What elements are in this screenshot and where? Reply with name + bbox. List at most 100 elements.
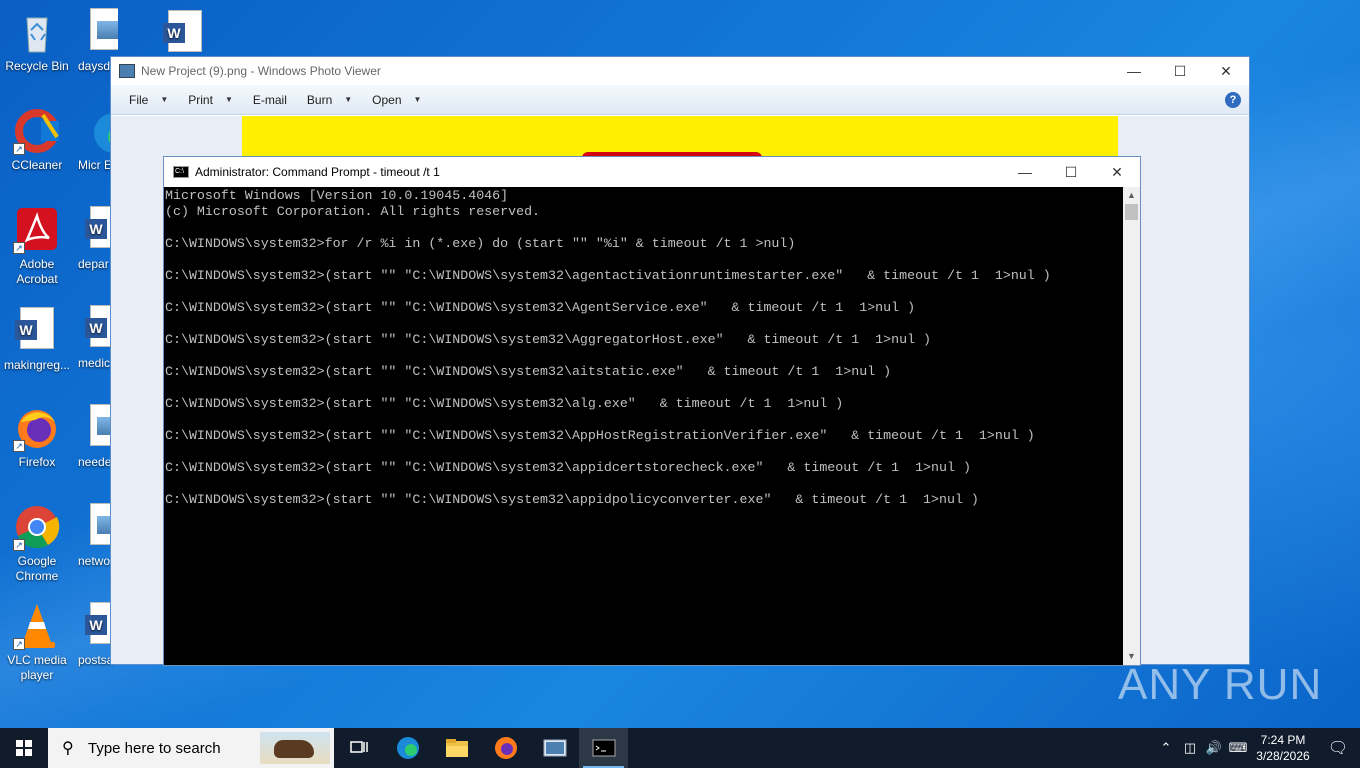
file-explorer-icon bbox=[445, 739, 468, 757]
word-document-icon: W bbox=[13, 307, 61, 355]
clock-time: 7:24 PM bbox=[1260, 733, 1306, 747]
caret-down-icon: ▼ bbox=[413, 95, 422, 104]
menu-burn[interactable]: Burn ▼ bbox=[297, 93, 362, 107]
edge-icon bbox=[396, 737, 419, 759]
cmd-line bbox=[165, 444, 1124, 460]
caret-down-icon: ▼ bbox=[160, 95, 169, 104]
cmd-line: C:\WINDOWS\system32>(start "" "C:\WINDOW… bbox=[165, 492, 979, 507]
cmd-line bbox=[165, 380, 1124, 396]
caret-down-icon: ▼ bbox=[344, 95, 353, 104]
desktop-icon-word-doc[interactable]: W bbox=[148, 8, 222, 61]
image-file-icon bbox=[90, 8, 118, 56]
search-icon: ⚲ bbox=[62, 740, 74, 757]
shortcut-arrow-icon: ↗ bbox=[13, 539, 25, 551]
search-highlight-image bbox=[260, 732, 330, 764]
desktop-icon-firefox[interactable]: ↗ Firefox bbox=[0, 404, 74, 470]
desktop-icon-label: VLC media player bbox=[7, 653, 67, 682]
close-button[interactable]: ✕ bbox=[1094, 158, 1140, 186]
cmd-output[interactable]: Microsoft Windows [Version 10.0.19045.40… bbox=[164, 187, 1124, 665]
taskbar-search[interactable]: ⚲ Type here to search bbox=[48, 728, 334, 768]
task-view-icon bbox=[349, 741, 368, 753]
cmd-line: C:\WINDOWS\system32>for /r %i in (*.exe)… bbox=[165, 236, 796, 251]
taskbar-firefox[interactable] bbox=[481, 728, 530, 768]
cmd-line bbox=[165, 252, 1124, 268]
search-placeholder: Type here to search bbox=[88, 739, 221, 757]
cmd-icon: C:\ bbox=[173, 166, 189, 178]
desktop-icon-google-chrome[interactable]: ↗ Google Chrome bbox=[0, 503, 74, 584]
firefox-icon: ↗ bbox=[13, 404, 61, 452]
menu-label: File bbox=[129, 92, 149, 107]
desktop-icon-label: Recycle Bin bbox=[5, 59, 69, 73]
photo-viewer-menubar: File ▼ Print ▼ E-mail Burn ▼ Open ▼ ? bbox=[111, 85, 1249, 115]
system-tray: ⌃ ◫ 🔊 ⌨ 7:24 PM 3/28/2026 🗨 bbox=[1154, 728, 1360, 768]
cmd-scrollbar[interactable]: ▲ ▼ bbox=[1123, 187, 1140, 665]
task-view-button[interactable] bbox=[334, 728, 383, 768]
desktop-icon-label: makingreg... bbox=[3, 358, 71, 372]
taskbar-file-explorer[interactable] bbox=[432, 728, 481, 768]
menu-email[interactable]: E-mail bbox=[243, 93, 297, 107]
cmd-line bbox=[165, 220, 1124, 236]
scroll-thumb[interactable] bbox=[1125, 204, 1138, 220]
help-icon[interactable]: ? bbox=[1225, 91, 1241, 108]
menu-open[interactable]: Open ▼ bbox=[362, 93, 431, 107]
taskbar-clock[interactable]: 7:24 PM 3/28/2026 bbox=[1250, 732, 1316, 764]
menu-file[interactable]: File ▼ bbox=[119, 93, 178, 107]
taskbar-edge[interactable] bbox=[383, 728, 432, 768]
maximize-button[interactable]: ☐ bbox=[1048, 158, 1094, 186]
maximize-button[interactable]: ☐ bbox=[1157, 57, 1203, 85]
cmd-titlebar[interactable]: C:\ Administrator: Command Prompt - time… bbox=[164, 157, 1140, 187]
minimize-button[interactable]: — bbox=[1111, 57, 1157, 85]
chrome-icon: ↗ bbox=[13, 503, 61, 551]
start-button[interactable] bbox=[0, 728, 48, 768]
desktop-icon-label: Adobe Acrobat bbox=[16, 257, 58, 286]
cmd-line bbox=[165, 348, 1124, 364]
menu-label: Print bbox=[188, 92, 213, 107]
caret-down-icon: ▼ bbox=[224, 95, 233, 104]
photo-viewer-title: New Project (9).png - Windows Photo View… bbox=[141, 64, 381, 78]
clock-date: 3/28/2026 bbox=[1256, 749, 1310, 763]
photo-viewer-titlebar[interactable]: New Project (9).png - Windows Photo View… bbox=[111, 57, 1249, 85]
adobe-acrobat-icon: ↗ bbox=[13, 206, 61, 254]
recycle-bin-icon bbox=[13, 8, 61, 56]
cmd-line bbox=[165, 412, 1124, 428]
cmd-line: C:\WINDOWS\system32>(start "" "C:\WINDOW… bbox=[165, 364, 892, 379]
cmd-line: C:\WINDOWS\system32>(start "" "C:\WINDOW… bbox=[165, 300, 916, 315]
shortcut-arrow-icon: ↗ bbox=[13, 143, 25, 155]
cmd-line: Microsoft Windows [Version 10.0.19045.40… bbox=[165, 188, 509, 203]
cmd-line: (c) Microsoft Corporation. All rights re… bbox=[165, 204, 541, 219]
vlc-icon: ↗ bbox=[13, 602, 61, 650]
desktop-icon-vlc[interactable]: ↗ VLC media player bbox=[0, 602, 74, 683]
minimize-button[interactable]: — bbox=[1002, 158, 1048, 186]
cmd-line: C:\WINDOWS\system32>(start "" "C:\WINDOW… bbox=[165, 460, 971, 475]
keyboard-icon[interactable]: ⌨ bbox=[1226, 740, 1250, 756]
desktop-icon-recycle-bin[interactable]: Recycle Bin bbox=[0, 8, 74, 74]
taskbar-photo-viewer[interactable] bbox=[530, 728, 579, 768]
chevron-up-icon[interactable]: ⌃ bbox=[1154, 740, 1178, 756]
cmd-icon bbox=[592, 739, 615, 757]
anyrun-watermark: ANY RUN bbox=[1118, 660, 1323, 709]
shortcut-arrow-icon: ↗ bbox=[13, 440, 25, 452]
volume-icon[interactable]: 🔊 bbox=[1202, 740, 1226, 756]
cmd-line: C:\WINDOWS\system32>(start "" "C:\WINDOW… bbox=[165, 332, 932, 347]
ccleaner-icon: ↗ bbox=[13, 107, 61, 155]
menu-label: Burn bbox=[306, 92, 333, 107]
desktop-icon-ccleaner[interactable]: ↗ CCleaner bbox=[0, 107, 74, 173]
network-icon[interactable]: ◫ bbox=[1178, 740, 1202, 756]
command-prompt-window[interactable]: C:\ Administrator: Command Prompt - time… bbox=[163, 156, 1141, 666]
cmd-line: C:\WINDOWS\system32>(start "" "C:\WINDOW… bbox=[165, 268, 1051, 283]
taskbar: ⚲ Type here to search ⌃ ◫ 🔊 ⌨ 7:24 PM 3/… bbox=[0, 728, 1360, 768]
desktop-icon-makingreg[interactable]: W makingreg... bbox=[0, 305, 74, 373]
close-button[interactable]: ✕ bbox=[1203, 57, 1249, 85]
scroll-up-icon[interactable]: ▲ bbox=[1123, 187, 1140, 204]
menu-print[interactable]: Print ▼ bbox=[178, 93, 243, 107]
cmd-line bbox=[165, 316, 1124, 332]
desktop-icon-adobe-acrobat[interactable]: ↗ Adobe Acrobat bbox=[0, 206, 74, 287]
desktop-icon-label: Google Chrome bbox=[15, 554, 59, 583]
cmd-line: C:\WINDOWS\system32>(start "" "C:\WINDOW… bbox=[165, 428, 1035, 443]
desktop-icon-label: Firefox bbox=[18, 455, 56, 469]
photo-viewer-icon bbox=[543, 739, 566, 757]
notification-icon[interactable]: 🗨 bbox=[1316, 738, 1360, 758]
cmd-line: C:\WINDOWS\system32>(start "" "C:\WINDOW… bbox=[165, 396, 844, 411]
taskbar-cmd[interactable] bbox=[579, 728, 628, 768]
word-document-icon: W bbox=[161, 10, 209, 58]
